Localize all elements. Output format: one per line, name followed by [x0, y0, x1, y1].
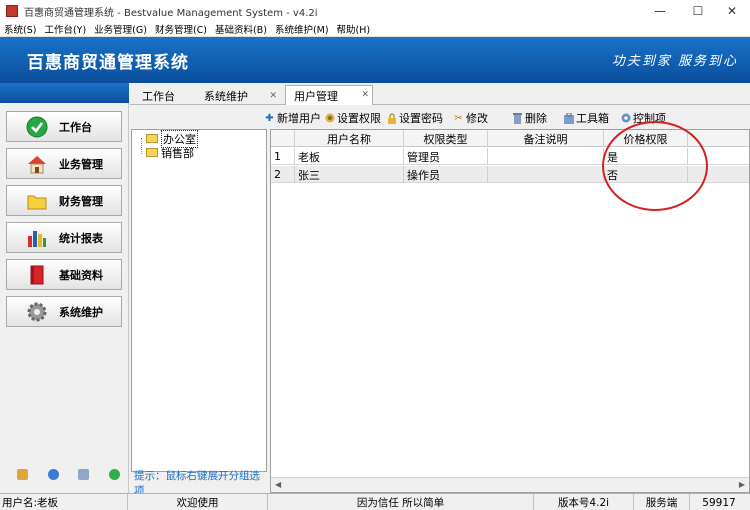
- app-icon: [6, 5, 18, 17]
- minimize-button[interactable]: —: [642, 0, 678, 22]
- nav-header-bar: [0, 83, 129, 103]
- menu-bar: 系统(S) 工作台(Y) 业务管理(G) 财务管理(C) 基础资料(B) 系统维…: [0, 22, 750, 37]
- set-permission-button[interactable]: 设置权限: [324, 110, 381, 126]
- maximize-button[interactable]: ☐: [680, 0, 716, 22]
- edit-button[interactable]: ✂ 修改: [453, 110, 488, 126]
- set-password-button[interactable]: 设置密码: [386, 110, 443, 126]
- clock-icon[interactable]: [48, 469, 59, 480]
- slogan: 功夫到家 服务到心: [611, 54, 738, 69]
- check-icon: [25, 116, 49, 138]
- menu-basedata[interactable]: 基础资料(B): [211, 22, 271, 36]
- edit-icon: ✂: [454, 112, 463, 124]
- status-user: 用户名:老板: [2, 494, 128, 510]
- folder-icon: [146, 134, 158, 143]
- bar-chart-icon: [25, 227, 49, 249]
- folder-icon: [146, 148, 158, 157]
- quick-icons: [0, 469, 129, 485]
- tab-workbench[interactable]: 工作台: [134, 87, 192, 105]
- scroll-right-icon[interactable]: ▶: [739, 480, 745, 489]
- menu-finance[interactable]: 财务管理(C): [151, 22, 211, 36]
- scroll-left-icon[interactable]: ◀: [275, 480, 281, 489]
- hint-text: 提示：鼠标右键展开分组选项: [131, 470, 267, 497]
- calculator-icon[interactable]: [17, 469, 28, 480]
- status-welcome: 欢迎使用: [128, 494, 268, 510]
- status-bar: 用户名:老板 欢迎使用 因为信任 所以简单 版本号4.2i 服务端 59917: [0, 493, 750, 510]
- column-header-permission[interactable]: 权限类型: [404, 130, 488, 147]
- nav-button-finance[interactable]: 财务管理: [6, 185, 122, 216]
- menu-system[interactable]: 系统(S): [0, 22, 40, 36]
- close-tab-icon[interactable]: ✕: [361, 90, 369, 100]
- annotation-circle: [602, 121, 708, 211]
- status-port: 59917: [702, 496, 736, 509]
- delete-button[interactable]: 删除: [512, 110, 547, 126]
- left-nav-panel: 工作台 业务管理 财务管理 统计报表 基础资料 系统维护: [0, 83, 129, 493]
- close-button[interactable]: ✕: [714, 0, 750, 22]
- house-icon: [25, 153, 49, 175]
- toolbox-icon: [563, 112, 574, 124]
- trash-icon: [512, 112, 523, 124]
- menu-business[interactable]: 业务管理(G): [90, 22, 151, 36]
- add-user-button[interactable]: ✚ 新增用户: [264, 110, 321, 126]
- column-header-remark[interactable]: 备注说明: [488, 130, 604, 147]
- status-motto: 因为信任 所以简单: [268, 494, 534, 510]
- menu-help[interactable]: 帮助(H): [333, 22, 375, 36]
- gear-icon: [25, 301, 49, 323]
- title-bar: 百惠商贸通管理系统 - Bestvalue Management System …: [0, 0, 750, 22]
- tab-bar: 工作台 系统维护 ✕ 用户管理 ✕: [130, 83, 750, 105]
- tree-item-office[interactable]: 办公室: [146, 129, 198, 148]
- tab-maintenance[interactable]: 系统维护 ✕: [196, 87, 280, 105]
- column-header-index: [271, 130, 295, 147]
- status-version: 版本号4.2i: [534, 494, 634, 510]
- book-icon: [25, 264, 49, 286]
- nav-button-maintenance[interactable]: 系统维护: [6, 296, 122, 327]
- tab-user-management[interactable]: 用户管理 ✕: [285, 85, 373, 105]
- brand-title: 百惠商贸通管理系统: [27, 52, 189, 73]
- refresh-icon[interactable]: [109, 469, 120, 480]
- menu-workbench[interactable]: 工作台(Y): [40, 22, 90, 36]
- folder-icon: [25, 190, 49, 212]
- lock-icon: [386, 113, 397, 124]
- column-header-username[interactable]: 用户名称: [295, 130, 404, 147]
- nav-button-reports[interactable]: 统计报表: [6, 222, 122, 253]
- menu-maintenance[interactable]: 系统维护(M): [271, 22, 333, 36]
- close-tab-icon[interactable]: ✕: [269, 91, 277, 101]
- magnifier-icon[interactable]: [78, 469, 89, 480]
- department-tree: 办公室 销售部: [131, 129, 267, 472]
- status-server: 服务端: [634, 494, 690, 510]
- nav-button-basedata[interactable]: 基础资料: [6, 259, 122, 290]
- nav-button-business[interactable]: 业务管理: [6, 148, 122, 179]
- toolbox-button[interactable]: 工具箱: [563, 110, 609, 126]
- nav-button-workbench[interactable]: 工作台: [6, 111, 122, 142]
- window-title: 百惠商贸通管理系统 - Bestvalue Management System …: [24, 7, 318, 19]
- tree-item-sales[interactable]: 销售部: [146, 146, 194, 160]
- permission-icon: [324, 113, 335, 124]
- control-icon: [620, 113, 631, 124]
- banner: 百惠商贸通管理系统 功夫到家 服务到心: [0, 37, 750, 83]
- horizontal-scrollbar[interactable]: ◀ ▶: [271, 477, 749, 492]
- plus-icon: ✚: [265, 112, 274, 124]
